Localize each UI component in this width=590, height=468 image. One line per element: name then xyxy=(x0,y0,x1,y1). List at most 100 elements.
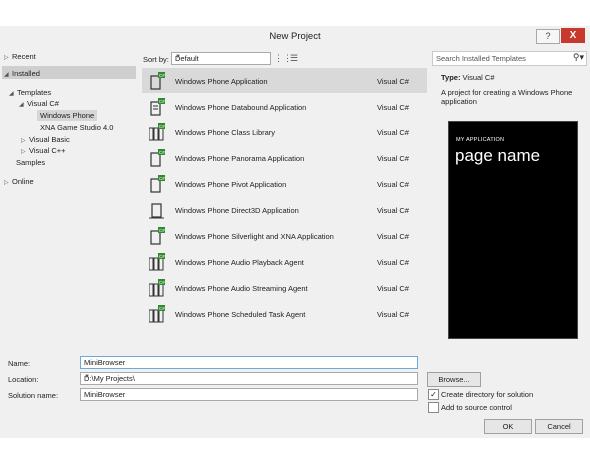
svg-text:C#: C# xyxy=(159,99,165,104)
solution-name-value: MiniBrowser xyxy=(84,390,126,399)
template-language: Visual C# xyxy=(377,154,409,163)
template-language: Visual C# xyxy=(377,180,409,189)
list-view-icon[interactable]: ☰ xyxy=(288,52,300,64)
solution-name-label: Solution name: xyxy=(8,391,59,400)
svg-text:C#: C# xyxy=(159,306,165,311)
preview-app-title: MY APPLICATION xyxy=(456,137,505,143)
nav-item-templates[interactable]: ◢ Templates xyxy=(9,88,51,97)
source-control-checkbox[interactable] xyxy=(428,402,439,413)
expand-arrow-icon: ▷ xyxy=(21,149,26,155)
collapse-arrow-icon: ◢ xyxy=(19,102,24,108)
search-input[interactable]: Search Installed Templates ⚲▾ xyxy=(432,51,587,66)
search-icon[interactable]: ⚲▾ xyxy=(573,52,584,63)
nav-item-samples[interactable]: Samples xyxy=(16,158,45,167)
svg-text:C#: C# xyxy=(159,176,165,181)
solution-name-field[interactable]: MiniBrowser xyxy=(80,388,418,401)
nav-item-online[interactable]: ▷ Online xyxy=(4,177,34,186)
expand-arrow-icon: ▷ xyxy=(4,180,9,186)
nav-item-windows-phone[interactable]: Windows Phone xyxy=(37,110,98,121)
template-name: Windows Phone Pivot Application xyxy=(175,180,287,189)
ok-button[interactable]: OK xyxy=(484,419,532,434)
nav-item-visual-csharp[interactable]: ◢ Visual C# xyxy=(19,99,59,108)
type-info: Type: Visual C# xyxy=(441,73,581,82)
template-language: Visual C# xyxy=(377,77,409,86)
svg-text:C#: C# xyxy=(159,254,165,259)
template-name: Windows Phone Panorama Application xyxy=(175,154,305,163)
template-row[interactable]: Windows Phone Direct3D Application Visua… xyxy=(142,197,427,222)
chevron-down-icon: ▼ xyxy=(175,54,181,60)
svg-text:C#: C# xyxy=(159,228,165,233)
collapse-arrow-icon: ◢ xyxy=(4,72,9,78)
expand-arrow-icon: ▷ xyxy=(21,138,26,144)
type-label: Type: xyxy=(441,73,461,82)
audio-playback-agent-icon: C# xyxy=(148,253,165,271)
nav-item-installed[interactable]: ◢ Installed xyxy=(4,69,40,78)
template-row[interactable]: C# Windows Phone Panorama Application Vi… xyxy=(142,145,427,170)
close-button[interactable]: X xyxy=(561,28,585,43)
search-placeholder: Search Installed Templates xyxy=(436,54,526,63)
phone-panorama-icon: C# xyxy=(149,149,165,167)
svg-text:C#: C# xyxy=(159,124,165,129)
cancel-button[interactable]: Cancel xyxy=(535,419,583,434)
create-directory-label: Create directory for solution xyxy=(441,390,534,399)
template-row[interactable]: C# Windows Phone Audio Streaming Agent V… xyxy=(142,275,427,300)
template-name: Windows Phone Silverlight and XNA Applic… xyxy=(175,232,334,241)
template-language: Visual C# xyxy=(377,232,409,241)
svg-text:C#: C# xyxy=(159,73,165,78)
template-language: Visual C# xyxy=(377,284,409,293)
template-name: Windows Phone Scheduled Task Agent xyxy=(175,310,306,319)
nav-item-visual-cpp[interactable]: ▷ Visual C++ xyxy=(21,146,66,155)
template-row[interactable]: C# Windows Phone Class Library Visual C# xyxy=(142,119,427,144)
name-field[interactable]: MiniBrowser xyxy=(80,356,418,369)
template-row[interactable]: C# Windows Phone Databound Application V… xyxy=(142,94,427,119)
type-value: Visual C# xyxy=(462,73,495,82)
window-title: New Project xyxy=(269,31,321,42)
name-value: MiniBrowser xyxy=(84,358,126,367)
title-bar: New Project ? X xyxy=(0,26,590,46)
sort-label: Sort by: xyxy=(143,55,169,64)
nav-item-recent[interactable]: ▷ Recent xyxy=(4,52,36,61)
class-library-icon: C# xyxy=(148,123,165,141)
template-description: A project for creating a Windows Phone a… xyxy=(441,88,573,106)
browse-button[interactable]: Browse... xyxy=(427,372,481,387)
template-row[interactable]: C# Windows Phone Application Visual C# xyxy=(142,68,427,93)
phone-app-icon: C# xyxy=(149,72,165,90)
template-language: Visual C# xyxy=(377,128,409,137)
preview-page-name: page name xyxy=(455,146,541,165)
template-language: Visual C# xyxy=(377,258,409,267)
template-list: C# Windows Phone Application Visual C# C… xyxy=(142,68,427,330)
template-name: Windows Phone Databound Application xyxy=(175,103,307,112)
help-button[interactable]: ? xyxy=(536,29,560,44)
create-directory-checkbox[interactable]: ✓ xyxy=(428,389,439,400)
svg-text:C#: C# xyxy=(159,150,165,155)
template-row[interactable]: C# Windows Phone Silverlight and XNA App… xyxy=(142,223,427,248)
template-row[interactable]: C# Windows Phone Pivot Application Visua… xyxy=(142,171,427,196)
phone-preview: MY APPLICATION page name xyxy=(448,121,578,339)
name-label: Name: xyxy=(8,359,31,368)
template-name: Windows Phone Direct3D Application xyxy=(175,206,299,215)
location-dropdown[interactable]: D:\My Projects\ ▼ xyxy=(80,372,418,385)
scheduled-task-agent-icon: C# xyxy=(148,305,165,323)
template-language: Visual C# xyxy=(377,310,409,319)
sort-dropdown[interactable]: Default ▼ xyxy=(171,52,271,65)
nav-item-xna[interactable]: XNA Game Studio 4.0 xyxy=(40,123,113,132)
phone-pivot-icon: C# xyxy=(149,175,165,193)
nav-item-visual-basic[interactable]: ▷ Visual Basic xyxy=(21,135,70,144)
location-label: Location: xyxy=(8,375,39,384)
template-language: Visual C# xyxy=(377,103,409,112)
phone-direct3d-icon xyxy=(149,201,165,219)
template-row[interactable]: C# Windows Phone Scheduled Task Agent Vi… xyxy=(142,301,427,326)
phone-silverlight-xna-icon: C# xyxy=(149,227,165,245)
phone-databound-icon: C# xyxy=(149,98,165,116)
chevron-down-icon: ▼ xyxy=(84,374,90,380)
template-name: Windows Phone Audio Streaming Agent xyxy=(175,284,308,293)
template-name: Windows Phone Class Library xyxy=(175,128,276,137)
collapse-arrow-icon: ◢ xyxy=(9,91,14,97)
template-language: Visual C# xyxy=(377,206,409,215)
medium-icons-view-icon[interactable]: ⋮⋮ xyxy=(274,52,292,64)
audio-streaming-agent-icon: C# xyxy=(148,279,165,297)
source-control-label: Add to source control xyxy=(441,403,512,412)
template-row[interactable]: C# Windows Phone Audio Playback Agent Vi… xyxy=(142,249,427,274)
template-name: Windows Phone Audio Playback Agent xyxy=(175,258,304,267)
expand-arrow-icon: ▷ xyxy=(4,55,9,61)
